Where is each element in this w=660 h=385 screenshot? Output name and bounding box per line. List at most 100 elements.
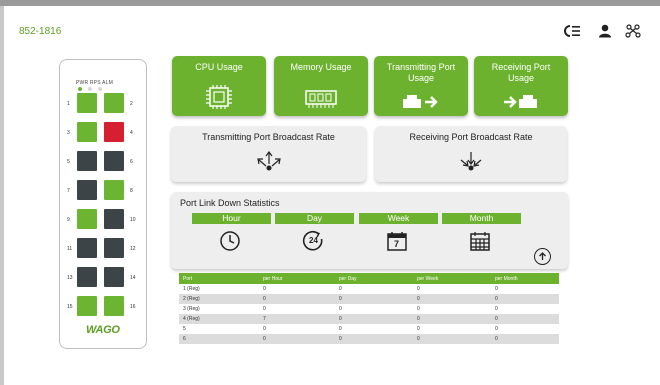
rx-port-usage-tile[interactable]: Receiving Port Usage — [474, 56, 568, 116]
link-down-table: Port per Hour per Day per Week per Month… — [179, 273, 559, 344]
user-icon[interactable] — [596, 24, 614, 40]
port-10[interactable] — [104, 209, 124, 229]
period-month[interactable]: Month — [442, 213, 521, 224]
alm-led — [98, 87, 102, 91]
month-calendar-icon[interactable] — [469, 230, 491, 252]
day-24-label: 24 — [309, 236, 318, 245]
table-cell: 0 — [417, 286, 420, 292]
arrow-up-icon — [539, 252, 546, 260]
port-7[interactable] — [77, 180, 97, 200]
network-icon[interactable] — [624, 24, 642, 40]
broadcast-out-icon — [257, 151, 281, 171]
table-cell: 0 — [339, 326, 342, 332]
port-number: 16 — [130, 304, 136, 310]
table-cell: 1 (Reg) — [183, 286, 200, 292]
table-cell: 0 — [335, 314, 413, 324]
brand-logo: WAGO — [86, 324, 120, 336]
table-cell: 0 — [413, 314, 491, 324]
port-6[interactable] — [104, 151, 124, 171]
led-labels: PWR RPS ALM — [76, 80, 113, 86]
port-number: 14 — [130, 275, 136, 281]
table-row: 3 (Reg) 0 0 0 0 — [179, 304, 559, 314]
tx-port-icon — [374, 90, 468, 110]
day-24-icon[interactable]: 24 — [302, 230, 324, 252]
table-cell: 7 — [259, 314, 335, 324]
port-15[interactable] — [77, 296, 97, 316]
port-1[interactable] — [77, 93, 97, 113]
table-body: 1 (Reg) 0 0 0 0 2 (Reg) 0 0 0 0 3 (Reg) 0 0 0 0 4 (Reg)… — [179, 284, 559, 344]
table-cell: 2 (Reg) — [179, 294, 259, 304]
port-number: 1 — [67, 101, 70, 107]
port-number: 4 — [130, 130, 133, 136]
port-8[interactable] — [104, 180, 124, 200]
memory-usage-label: Memory Usage — [290, 62, 352, 72]
cpu-usage-label: CPU Usage — [195, 62, 243, 72]
port-5[interactable] — [77, 151, 97, 171]
cpu-usage-tile[interactable]: CPU Usage — [172, 56, 266, 116]
table-cell: 0 — [413, 294, 491, 304]
table-row: 4 (Reg) 7 0 0 0 — [179, 314, 559, 324]
memory-usage-tile[interactable]: Memory Usage — [274, 56, 368, 116]
table-row: 2 (Reg) 0 0 0 0 — [179, 294, 559, 304]
week-calendar-icon[interactable]: 7 — [386, 230, 408, 252]
port-number: 7 — [67, 188, 70, 194]
port-14[interactable] — [104, 267, 124, 287]
tx-broadcast-rate-panel[interactable]: Transmitting Port Broadcast Rate — [171, 126, 366, 182]
port-number: 12 — [130, 246, 136, 252]
port-number: 10 — [130, 217, 136, 223]
rx-broadcast-rate-label: Receiving Port Broadcast Rate — [409, 132, 533, 142]
port-number: 13 — [67, 275, 73, 281]
tx-port-usage-tile[interactable]: Transmitting Port Usage — [374, 56, 468, 116]
link-down-stats-panel: Port Link Down Statistics Hour Day Week … — [171, 192, 568, 269]
table-cell: 0 — [413, 334, 491, 344]
port-11[interactable] — [77, 238, 97, 258]
port-number: 8 — [130, 188, 133, 194]
table-cell: 0 — [495, 306, 498, 312]
rx-port-usage-label: Receiving Port Usage — [491, 62, 551, 83]
table-cell: 0 — [495, 286, 498, 292]
port-2[interactable] — [104, 93, 124, 113]
table-cell: 0 — [491, 294, 559, 304]
port-number: 11 — [67, 246, 73, 252]
table-cell: 0 — [491, 314, 559, 324]
port-number: 15 — [67, 304, 73, 310]
table-cell: 0 — [417, 306, 420, 312]
clock-icon[interactable] — [219, 230, 241, 252]
table-cell: 0 — [335, 334, 413, 344]
table-cell: 0 — [417, 326, 420, 332]
port-12[interactable] — [104, 238, 124, 258]
table-cell: 0 — [495, 326, 498, 332]
period-hour[interactable]: Hour — [192, 213, 271, 224]
col-port: Port — [179, 273, 259, 284]
col-per-day: per Day — [335, 273, 413, 284]
tx-broadcast-rate-label: Transmitting Port Broadcast Rate — [202, 132, 335, 142]
port-9[interactable] — [77, 209, 97, 229]
port-13[interactable] — [77, 267, 97, 287]
table-row: 60000 — [179, 334, 559, 344]
period-day[interactable]: Day — [275, 213, 354, 224]
table-row: 5 0 0 0 0 — [179, 324, 559, 334]
table-cell: 3 (Reg) — [183, 306, 200, 312]
col-per-hour: per Hour — [259, 273, 335, 284]
rx-port-icon — [474, 90, 568, 110]
table-cell: 0 — [263, 306, 266, 312]
list-icon[interactable] — [563, 24, 581, 40]
memory-icon — [274, 88, 368, 110]
table-cell: 4 (Reg) — [179, 314, 259, 324]
port-4[interactable] — [104, 122, 124, 142]
device-id: 852-1816 — [19, 26, 62, 37]
table-cell: 0 — [263, 286, 266, 292]
period-week[interactable]: Week — [359, 213, 438, 224]
rx-broadcast-rate-panel[interactable]: Receiving Port Broadcast Rate — [375, 126, 567, 182]
col-per-week: per Week — [413, 273, 491, 284]
port-number: 6 — [130, 159, 133, 165]
table-cell: 5 — [183, 326, 186, 332]
pwr-led — [78, 87, 82, 91]
port-16[interactable] — [104, 296, 124, 316]
week-number-label: 7 — [394, 239, 400, 249]
table-cell: 0 — [259, 294, 335, 304]
port-number: 2 — [130, 101, 133, 107]
col-per-month: per Month — [491, 273, 559, 284]
scroll-up-button[interactable] — [534, 248, 551, 265]
port-3[interactable] — [77, 122, 97, 142]
